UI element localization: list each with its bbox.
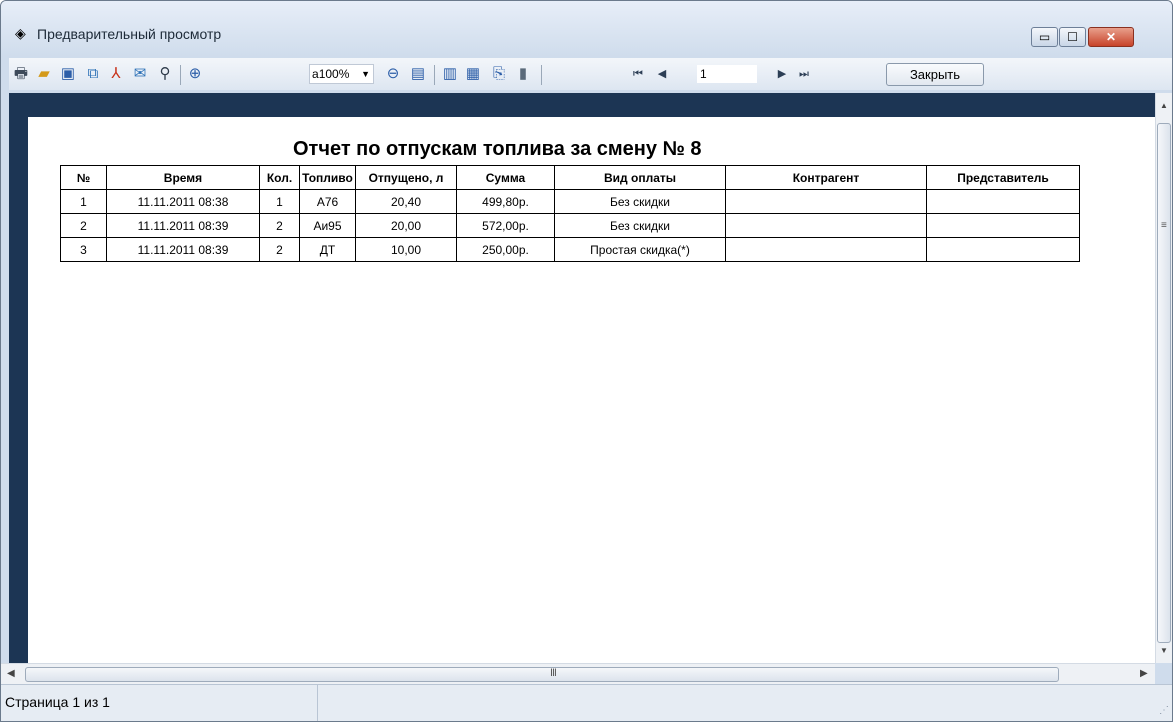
minimize-button[interactable]: ▭ <box>1031 27 1058 47</box>
open-icon[interactable]: ▰ <box>34 64 54 84</box>
page-setup-icon[interactable]: ⎘ <box>489 64 509 84</box>
save-icon[interactable]: ▣ <box>58 64 78 84</box>
last-page-icon[interactable]: ⏭ <box>794 64 814 84</box>
table-cell: Без скидки <box>554 213 726 238</box>
toolbar-separator <box>434 65 435 85</box>
scroll-left-icon[interactable]: ◀ <box>7 668 15 679</box>
close-button[interactable]: Закрыть <box>886 63 984 86</box>
find-icon[interactable]: ⚲ <box>155 64 175 84</box>
maximize-icon: ☐ <box>1067 30 1078 44</box>
table-cell: 572,00р. <box>456 213 555 238</box>
column-header: Топливо <box>299 165 356 190</box>
outline-icon[interactable]: ▥ <box>440 64 460 84</box>
preview-window: ◈ Предварительный просмотр ▭ ☐ ✕ 🖶 ▰ ▣ ⧉… <box>0 0 1173 722</box>
vertical-scrollbar[interactable]: ▲ ≡ ▼ <box>1155 93 1172 663</box>
table-cell <box>926 237 1080 262</box>
table-cell: 3 <box>60 237 107 262</box>
table-cell <box>725 189 927 214</box>
table-cell: Без скидки <box>554 189 726 214</box>
table-cell: 11.11.2011 08:38 <box>106 189 260 214</box>
table-row: 3 11.11.2011 08:39 2 ДТ 10,00 250,00р. П… <box>60 237 1080 262</box>
table-cell: 2 <box>259 237 300 262</box>
preview-toolbar: 🖶 ▰ ▣ ⧉ ⅄ ✉ ⚲ ⊕ a100% ▼ ⊖ ▤ ▥ ▦ ⎘ ▮ ⏮ ◀ 1… <box>9 58 1172 90</box>
status-bar: Страница 1 из 1 ⋰ <box>1 684 1172 721</box>
column-header: Время <box>106 165 260 190</box>
zoom-out-icon[interactable]: ⊖ <box>383 64 403 84</box>
table-cell: 499,80р. <box>456 189 555 214</box>
send-icon[interactable]: ✉ <box>130 64 150 84</box>
scroll-down-icon[interactable]: ▼ <box>1160 646 1168 655</box>
vertical-scroll-thumb[interactable]: ≡ <box>1157 123 1171 643</box>
zoom-in-icon[interactable]: ⊕ <box>185 64 205 84</box>
export-icon[interactable]: ⧉ <box>83 64 103 84</box>
close-icon: ✕ <box>1105 30 1117 44</box>
column-header: Отпущено, л <box>355 165 457 190</box>
horizontal-scrollbar[interactable]: ◀ Ⅲ ▶ <box>1 663 1155 685</box>
table-cell: 11.11.2011 08:39 <box>106 237 260 262</box>
table-cell: ДТ <box>299 237 356 262</box>
table-cell: 10,00 <box>355 237 457 262</box>
maximize-button[interactable]: ☐ <box>1059 27 1086 47</box>
table-cell: 20,40 <box>355 189 457 214</box>
toolbar-separator <box>541 65 542 85</box>
table-cell: 20,00 <box>355 213 457 238</box>
table-cell: А76 <box>299 189 356 214</box>
print-icon[interactable]: 🖶 <box>11 64 31 84</box>
prev-page-icon[interactable]: ◀ <box>652 64 672 84</box>
status-separator <box>317 685 318 721</box>
minimize-icon: ▭ <box>1038 30 1051 44</box>
chevron-down-icon: ▼ <box>361 69 370 79</box>
page-number-input[interactable]: 1 <box>697 65 757 83</box>
window-title: Предварительный просмотр <box>37 26 222 42</box>
table-cell: 2 <box>259 213 300 238</box>
page-status: Страница 1 из 1 <box>5 694 110 710</box>
zoom-value: 100% <box>318 67 350 81</box>
table-header-row: № Время Кол. Топливо Отпущено, л Сумма В… <box>60 165 1080 190</box>
title-bar: ◈ Предварительный просмотр ▭ ☐ ✕ <box>1 1 1172 57</box>
pdf-icon[interactable]: ⅄ <box>106 64 126 84</box>
report-table: № Время Кол. Топливо Отпущено, л Сумма В… <box>60 165 1080 262</box>
table-cell: 1 <box>259 189 300 214</box>
grip-icon: ≡ <box>1161 220 1167 231</box>
grip-icon: Ⅲ <box>550 668 557 679</box>
table-row: 2 11.11.2011 08:39 2 Аи95 20,00 572,00р.… <box>60 213 1080 238</box>
edit-icon[interactable]: ▮ <box>513 64 533 84</box>
table-cell: Простая скидка(*) <box>554 237 726 262</box>
table-cell: 11.11.2011 08:39 <box>106 213 260 238</box>
table-cell <box>926 189 1080 214</box>
column-header: Представитель <box>926 165 1080 190</box>
toolbar-separator <box>180 65 181 85</box>
table-cell <box>725 213 927 238</box>
table-cell: 250,00р. <box>456 237 555 262</box>
column-header: № <box>60 165 107 190</box>
zoom-select[interactable]: a100% ▼ <box>309 64 374 84</box>
resize-grip-icon[interactable]: ⋰ <box>1159 705 1169 716</box>
first-page-icon[interactable]: ⏮ <box>628 64 648 84</box>
column-header: Контрагент <box>725 165 927 190</box>
app-icon: ◈ <box>15 25 26 41</box>
table-cell <box>926 213 1080 238</box>
one-page-icon[interactable]: ▤ <box>408 64 428 84</box>
close-window-button[interactable]: ✕ <box>1088 27 1134 47</box>
table-cell: Аи95 <box>299 213 356 238</box>
next-page-icon[interactable]: ▶ <box>772 64 792 84</box>
horizontal-scroll-thumb[interactable]: Ⅲ <box>25 667 1059 682</box>
table-cell: 1 <box>60 189 107 214</box>
table-cell: 2 <box>60 213 107 238</box>
report-title: Отчет по отпускам топлива за смену № 8 <box>293 138 702 160</box>
column-header: Сумма <box>456 165 555 190</box>
zoom-prefix: a <box>312 67 319 81</box>
scroll-right-icon[interactable]: ▶ <box>1140 668 1148 679</box>
thumbnails-icon[interactable]: ▦ <box>463 64 483 84</box>
column-header: Кол. <box>259 165 300 190</box>
table-row: 1 11.11.2011 08:38 1 А76 20,40 499,80р. … <box>60 189 1080 214</box>
scroll-up-icon[interactable]: ▲ <box>1160 101 1168 110</box>
table-cell <box>725 237 927 262</box>
column-header: Вид оплаты <box>554 165 726 190</box>
